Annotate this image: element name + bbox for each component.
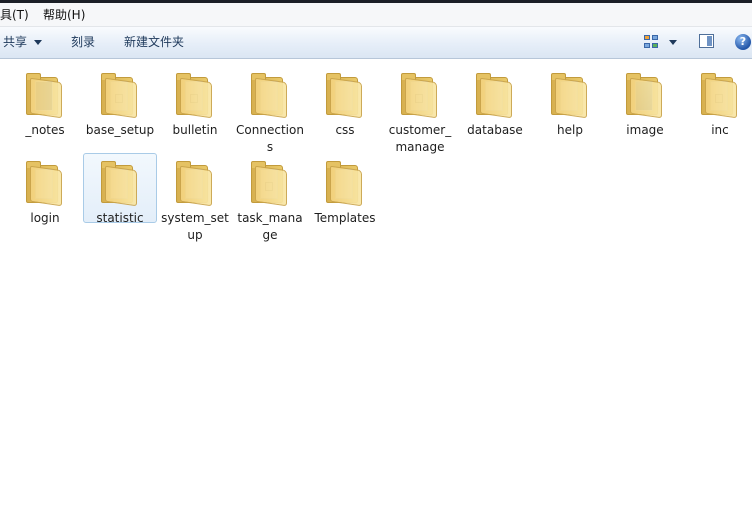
folder-item[interactable]: task_manage bbox=[233, 153, 307, 242]
folder-item[interactable]: help bbox=[533, 65, 607, 137]
folder-label: customer_manage bbox=[388, 123, 452, 154]
folder-icon bbox=[251, 160, 291, 207]
folder-icon bbox=[476, 72, 516, 119]
folder-icon bbox=[101, 72, 141, 119]
folder-item[interactable]: bulletin bbox=[158, 65, 232, 137]
folder-label: inc bbox=[711, 123, 729, 137]
folder-label: Templates bbox=[314, 211, 376, 225]
folder-item[interactable]: Connections bbox=[233, 65, 307, 154]
folder-icon bbox=[251, 72, 291, 119]
menu-help[interactable]: 帮助(H) bbox=[43, 8, 85, 22]
share-label: 共享 bbox=[3, 35, 28, 49]
folder-item[interactable]: statistic bbox=[83, 153, 157, 225]
folder-item[interactable]: inc bbox=[683, 65, 752, 137]
folder-icon bbox=[326, 72, 366, 119]
folder-label: base_setup bbox=[85, 123, 155, 137]
folder-icon bbox=[176, 160, 216, 207]
folder-icon bbox=[701, 72, 741, 119]
folder-item[interactable]: customer_manage bbox=[383, 65, 457, 154]
folder-icon bbox=[176, 72, 216, 119]
folder-icon bbox=[401, 72, 441, 119]
folder-item[interactable]: base_setup bbox=[83, 65, 157, 137]
folder-label: database bbox=[467, 123, 523, 137]
menu-bar: 具(T) 帮助(H) bbox=[0, 3, 752, 27]
new-folder-button[interactable]: 新建文件夹 bbox=[124, 35, 184, 50]
chevron-down-icon bbox=[34, 40, 43, 45]
burn-button[interactable]: 刻录 bbox=[71, 35, 95, 50]
folder-label: bulletin bbox=[172, 123, 218, 137]
folder-icon bbox=[551, 72, 591, 119]
preview-pane-icon[interactable] bbox=[699, 34, 714, 48]
folder-item[interactable]: system_setup bbox=[158, 153, 232, 242]
folder-icon bbox=[326, 160, 366, 207]
folder-label: task_manage bbox=[237, 211, 303, 242]
folder-item[interactable]: login bbox=[8, 153, 82, 225]
folder-item[interactable]: css bbox=[308, 65, 382, 137]
folder-label: css bbox=[335, 123, 355, 137]
folder-item[interactable]: database bbox=[458, 65, 532, 137]
share-button[interactable]: 共享 bbox=[3, 35, 43, 50]
folder-icon bbox=[626, 72, 666, 119]
folder-item[interactable]: Templates bbox=[308, 153, 382, 225]
folder-icon bbox=[26, 160, 66, 207]
view-options-chevron-down-icon[interactable] bbox=[669, 40, 677, 45]
folder-label: login bbox=[30, 211, 60, 225]
folder-label: _notes bbox=[25, 123, 65, 137]
help-icon[interactable]: ? bbox=[735, 34, 751, 50]
menu-tools[interactable]: 具(T) bbox=[0, 8, 29, 22]
folder-item[interactable]: image bbox=[608, 65, 682, 137]
folder-label: help bbox=[557, 123, 583, 137]
folder-item[interactable]: _notes bbox=[8, 65, 82, 137]
folder-label: system_setup bbox=[161, 211, 229, 242]
folder-label: Connections bbox=[236, 123, 304, 154]
command-bar: 共享 刻录 新建文件夹 bbox=[0, 27, 752, 59]
folder-icon bbox=[26, 72, 66, 119]
file-list-pane: _notes base_setup bulletin Connections css cu… bbox=[0, 59, 752, 529]
folder-label: statistic bbox=[96, 211, 144, 225]
folder-icon bbox=[101, 160, 141, 207]
folder-label: image bbox=[626, 123, 664, 137]
change-view-icon[interactable] bbox=[644, 35, 660, 49]
